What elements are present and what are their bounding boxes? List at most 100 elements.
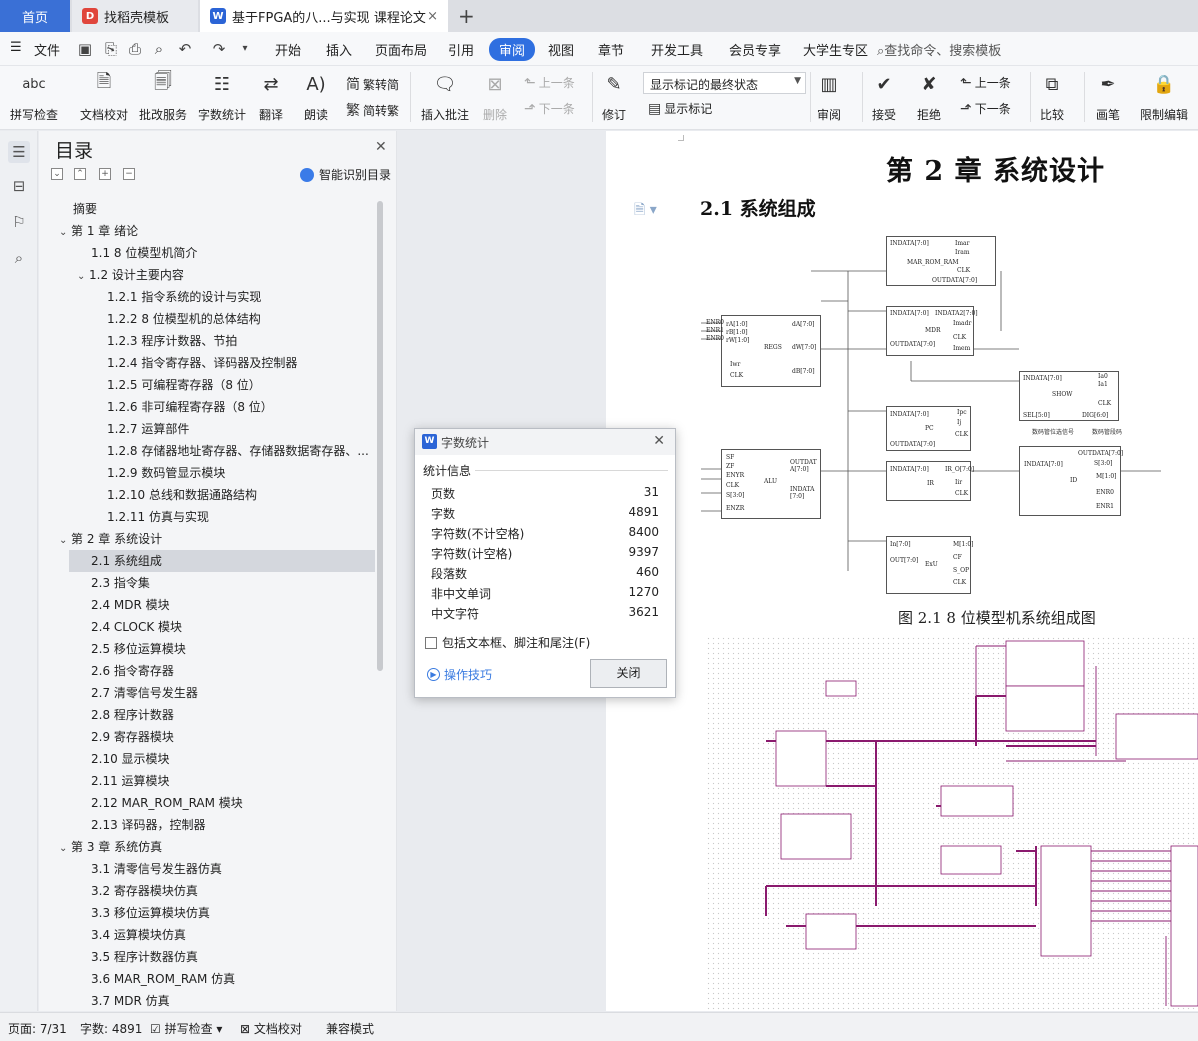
menu-insert[interactable]: 插入 <box>326 40 352 59</box>
next-change-button[interactable]: ⬏ 下一条 <box>960 100 1011 117</box>
bookmark-icon[interactable]: ⚐ <box>8 211 30 233</box>
menu-view[interactable]: 视图 <box>548 40 574 59</box>
toc-item[interactable]: 3.5 程序计数器仿真 <box>39 946 369 968</box>
toc-item[interactable]: 2.3 指令集 <box>39 572 369 594</box>
toc-item[interactable]: 3.4 运算模块仿真 <box>39 924 369 946</box>
tab-template[interactable]: D 找稻壳模板 <box>72 0 198 32</box>
toc-item[interactable]: 2.5 移位运算模块 <box>39 638 369 660</box>
restrict-edit-button[interactable]: 🔒 限制编辑 <box>1140 70 1188 123</box>
preview-icon[interactable]: ⌕ <box>150 40 168 58</box>
include-textbox-checkbox[interactable]: 包括文本框、脚注和尾注(F) <box>425 634 590 651</box>
toc-item[interactable]: 1.2.4 指令寄存器、译码器及控制器 <box>39 352 369 374</box>
toc-item[interactable]: 1.2.7 运算部件 <box>39 418 369 440</box>
read-aloud-button[interactable]: A) 朗读 <box>302 70 330 123</box>
toc-item[interactable]: 3.3 移位运算模块仿真 <box>39 902 369 924</box>
next-comment-button[interactable]: ⬏ 下一条 <box>524 100 575 117</box>
redo-icon[interactable]: ↷ <box>210 40 228 58</box>
document-page[interactable]: 🗎 ▾ 第 2 章 系统设计 2.1 系统组成 INDATA[7:0] Imar… <box>606 131 1198 1011</box>
word-count-indicator[interactable]: 字数: 4891 <box>80 1020 142 1037</box>
close-button[interactable]: 关闭 <box>590 659 667 688</box>
toc-item[interactable]: 2.10 显示模块 <box>39 748 369 770</box>
word-count-button[interactable]: ☷ 字数统计 <box>198 70 246 123</box>
spell-check-status[interactable]: ☑ 拼写检查 ▾ <box>150 1020 222 1037</box>
track-changes-button[interactable]: ✎ 修订 <box>600 70 628 123</box>
toc-item[interactable]: 3.6 MAR_ROM_RAM 仿真 <box>39 968 369 990</box>
markup-state-select[interactable]: 显示标记的最终状态 ▼ <box>643 72 806 94</box>
proofread-status[interactable]: ⊠ 文档校对 <box>240 1020 302 1037</box>
chevron-down-icon[interactable]: ⌄ <box>77 266 89 286</box>
toc-item[interactable]: ⌄ 1.2 设计主要内容 <box>39 264 369 286</box>
toc-item[interactable]: 1.2.6 非可编程寄存器（8 位） <box>39 396 369 418</box>
menu-student[interactable]: 大学生专区 <box>803 40 868 59</box>
export-icon[interactable]: ⎘ <box>102 40 120 58</box>
undo-icon[interactable]: ↶ <box>176 40 194 58</box>
toc-item[interactable]: 3.1 清零信号发生器仿真 <box>39 858 369 880</box>
toc-item[interactable]: 2.12 MAR_ROM_RAM 模块 <box>39 792 369 814</box>
toc-item[interactable]: 1.2.5 可编程寄存器（8 位） <box>39 374 369 396</box>
show-markup-button[interactable]: ▤ 显示标记 <box>648 100 712 117</box>
menu-section[interactable]: 章节 <box>598 40 624 59</box>
toc-item[interactable]: 3.7 MDR 仿真 <box>39 990 369 1011</box>
menu-review[interactable]: 审阅 <box>489 38 536 61</box>
search-icon[interactable]: ⌕ <box>8 247 30 269</box>
toc-item[interactable]: 2.4 CLOCK 模块 <box>39 616 369 638</box>
pen-button[interactable]: ✒ 画笔 <box>1094 70 1122 123</box>
toc-item[interactable]: ⌄ 第 2 章 系统设计 <box>39 528 369 550</box>
chevron-down-icon[interactable]: ⌄ <box>59 222 71 242</box>
annotate-service-button[interactable]: 🗐 批改服务 <box>139 70 187 123</box>
prev-change-button[interactable]: ⬑ 上一条 <box>960 74 1011 91</box>
hamburger-icon[interactable]: ☰ <box>10 40 22 55</box>
tab-document[interactable]: W 基于FPGA的八...与实现 课程论文 × <box>200 0 448 32</box>
spell-check-button[interactable]: abc 拼写检查 <box>10 70 58 123</box>
tab-home[interactable]: 首页 <box>0 0 70 32</box>
menu-member[interactable]: 会员专享 <box>729 40 781 59</box>
toc-item[interactable]: 2.1 系统组成 <box>69 550 375 572</box>
smart-toc-button[interactable]: 智能识别目录 <box>300 166 391 183</box>
menu-layout[interactable]: 页面布局 <box>375 40 427 59</box>
toc-item[interactable]: 1.2.1 指令系统的设计与实现 <box>39 286 369 308</box>
toc-item[interactable]: 3.2 寄存器模块仿真 <box>39 880 369 902</box>
review-pane-button[interactable]: ▥ 审阅 <box>815 70 843 123</box>
navigation-icon[interactable]: ⊟ <box>8 175 30 197</box>
toc-item[interactable]: 2.11 运算模块 <box>39 770 369 792</box>
to-traditional-button[interactable]: 简繁转简 <box>346 74 399 94</box>
chevron-down-icon[interactable]: ⌄ <box>59 530 71 550</box>
toc-item[interactable]: 摘要 <box>39 198 369 220</box>
to-simplified-button[interactable]: 繁简转繁 <box>346 100 399 120</box>
page-indicator[interactable]: 页面: 7/31 <box>8 1020 67 1037</box>
close-icon[interactable]: ✕ <box>375 139 387 155</box>
dialog-titlebar[interactable]: W 字数统计 ✕ <box>415 429 675 455</box>
compare-button[interactable]: ⧉ 比较 <box>1038 70 1066 123</box>
toc-item[interactable]: 2.6 指令寄存器 <box>39 660 369 682</box>
toc-item[interactable]: 1.2.8 存储器地址寄存器、存储器数据寄存器、... <box>39 440 369 462</box>
add-heading-icon[interactable]: + <box>99 168 111 180</box>
collapse-all-icon[interactable]: ⌄ <box>51 168 63 180</box>
close-icon[interactable]: ✕ <box>653 433 665 449</box>
expand-all-icon[interactable]: ⌃ <box>74 168 86 180</box>
menu-devtools[interactable]: 开发工具 <box>651 40 703 59</box>
toc-item[interactable]: 1.2.11 仿真与实现 <box>39 506 369 528</box>
menu-file[interactable]: 文件 <box>34 40 60 59</box>
toc-item[interactable]: 1.2.2 8 位模型机的总体结构 <box>39 308 369 330</box>
toc-item[interactable]: ⌄ 第 3 章 系统仿真 <box>39 836 369 858</box>
menu-start[interactable]: 开始 <box>275 40 301 59</box>
toc-scrollbar[interactable] <box>377 201 383 671</box>
toc-item[interactable]: 2.13 译码器，控制器 <box>39 814 369 836</box>
toc-view-icon[interactable]: ☰ <box>8 141 30 163</box>
delete-comment-button[interactable]: ⊠ 删除 <box>481 70 509 123</box>
toc-item[interactable]: 2.8 程序计数器 <box>39 704 369 726</box>
accept-button[interactable]: ✔ 接受 <box>870 70 898 123</box>
paragraph-layout-icon[interactable]: 🗎 ▾ <box>634 199 657 223</box>
toc-item[interactable]: 1.2.10 总线和数据通路结构 <box>39 484 369 506</box>
toc-item[interactable]: 1.2.9 数码管显示模块 <box>39 462 369 484</box>
search-command[interactable]: ⌕查找命令、搜索模板 <box>877 40 1001 59</box>
translate-button[interactable]: ⇄ 翻译 <box>257 70 285 123</box>
toc-item[interactable]: 2.7 清零信号发生器 <box>39 682 369 704</box>
toc-item[interactable]: 2.9 寄存器模块 <box>39 726 369 748</box>
toc-item[interactable]: 1.2.3 程序计数器、节拍 <box>39 330 369 352</box>
toc-item[interactable]: 2.4 MDR 模块 <box>39 594 369 616</box>
toc-item[interactable]: 1.1 8 位模型机简介 <box>39 242 369 264</box>
print-icon[interactable]: ⎙ <box>126 40 144 58</box>
reject-button[interactable]: ✘ 拒绝 <box>915 70 943 123</box>
toc-item[interactable]: ⌄ 第 1 章 绪论 <box>39 220 369 242</box>
